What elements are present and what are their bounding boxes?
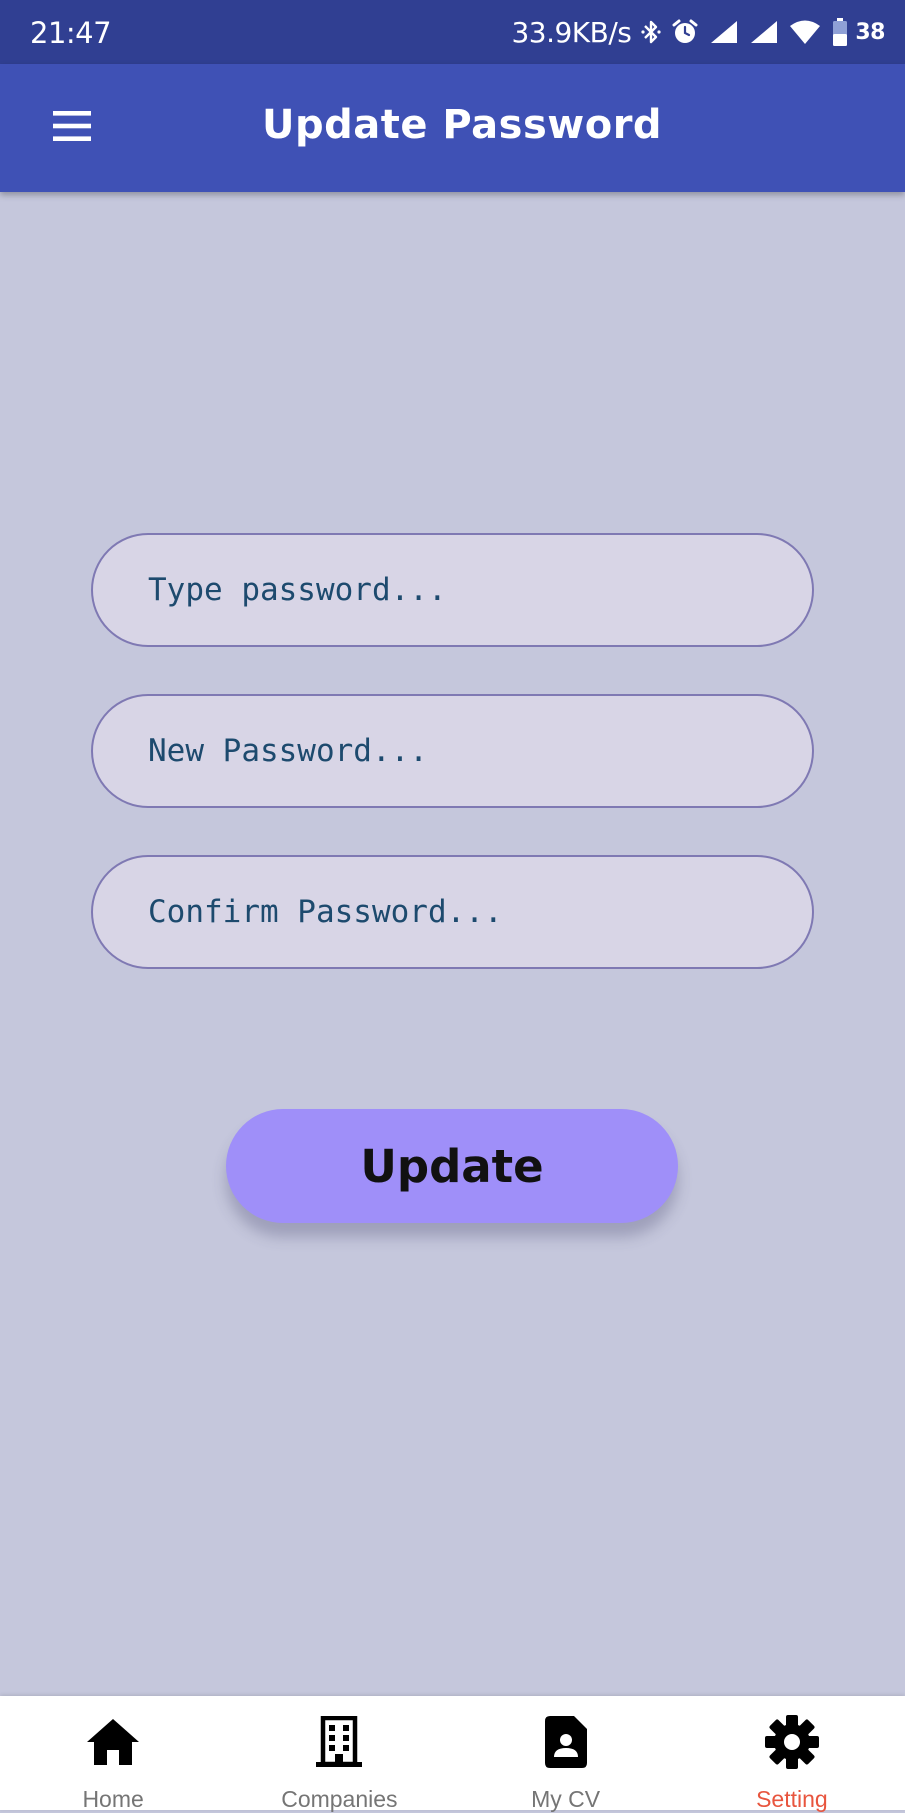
nav-item-home[interactable]: Home xyxy=(0,1696,226,1812)
menu-button[interactable] xyxy=(44,104,100,152)
confirm-password-input[interactable] xyxy=(93,857,812,967)
alarm-icon xyxy=(671,18,699,46)
battery-icon xyxy=(831,17,849,47)
update-button[interactable]: Update xyxy=(226,1109,678,1223)
page-title: Update Password xyxy=(262,102,663,148)
nav-label-home: Home xyxy=(82,1786,144,1812)
status-bar: 21:47 33.9KB/s 38 xyxy=(0,0,905,64)
signal-icon xyxy=(749,19,779,45)
new-password-field[interactable] xyxy=(91,694,814,808)
nav-label-setting: Setting xyxy=(756,1786,828,1812)
status-time: 21:47 xyxy=(30,16,112,50)
nav-label-companies: Companies xyxy=(281,1786,398,1812)
current-password-input[interactable] xyxy=(93,535,812,645)
bluetooth-icon xyxy=(641,18,661,46)
wifi-icon xyxy=(789,19,821,45)
hamburger-menu-icon xyxy=(53,110,91,146)
nav-item-setting[interactable]: Setting xyxy=(679,1696,905,1812)
home-icon xyxy=(83,1712,143,1772)
current-password-field[interactable] xyxy=(91,533,814,647)
battery-level: 38 xyxy=(855,19,885,45)
status-indicators: 33.9KB/s 38 xyxy=(511,14,885,50)
nav-item-my-cv[interactable]: My CV xyxy=(453,1696,679,1812)
bottom-nav: Home Companies My CV Setting xyxy=(0,1696,905,1812)
nav-item-companies[interactable]: Companies xyxy=(226,1696,452,1812)
nav-label-my-cv: My CV xyxy=(531,1786,601,1812)
new-password-input[interactable] xyxy=(93,696,812,806)
confirm-password-field[interactable] xyxy=(91,855,814,969)
gear-icon xyxy=(762,1712,822,1772)
app-bar: Update Password xyxy=(0,64,905,192)
building-icon xyxy=(309,1712,369,1772)
network-speed: 33.9KB/s xyxy=(511,15,632,49)
signal-icon xyxy=(709,19,739,45)
cv-document-icon xyxy=(536,1712,596,1772)
